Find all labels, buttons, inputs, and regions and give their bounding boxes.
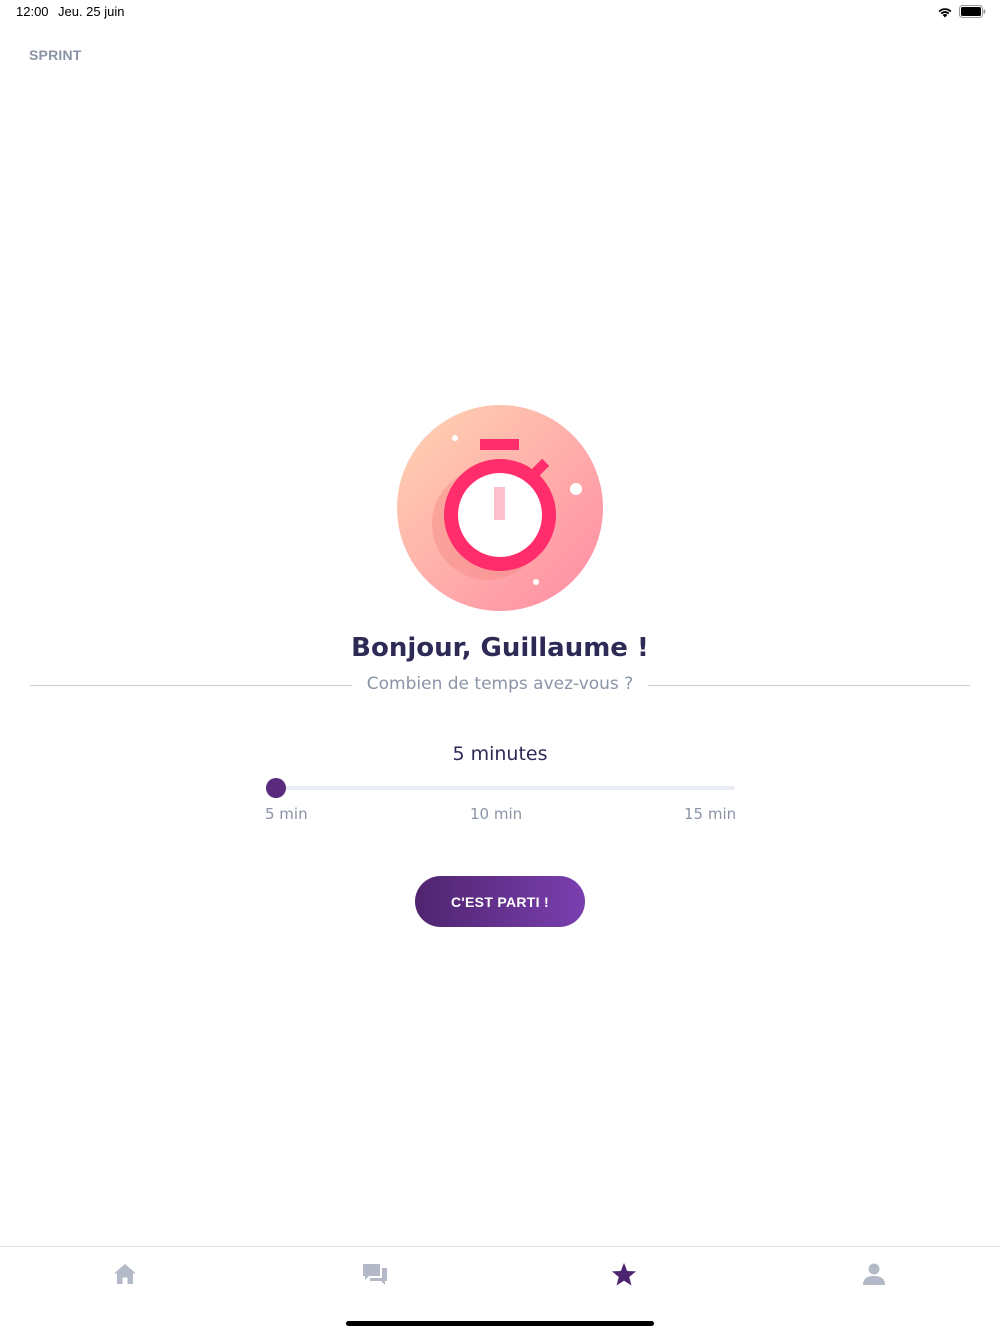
home-icon bbox=[113, 1263, 137, 1289]
status-bar: 12:00 Jeu. 25 juin bbox=[0, 0, 1000, 24]
tab-home[interactable] bbox=[110, 1261, 140, 1291]
status-date: Jeu. 25 juin bbox=[58, 4, 125, 19]
duration-value: 5 minutes bbox=[452, 743, 548, 765]
stopwatch-illustration bbox=[397, 405, 603, 611]
tab-chat[interactable] bbox=[360, 1261, 390, 1291]
status-icons bbox=[937, 5, 986, 18]
question-row: Combien de temps avez-vous ? bbox=[30, 672, 970, 698]
duration-slider[interactable] bbox=[266, 776, 735, 800]
start-button[interactable]: C'EST PARTI ! bbox=[415, 876, 585, 927]
tab-favorites[interactable] bbox=[609, 1261, 639, 1291]
stopwatch-icon bbox=[397, 405, 603, 611]
divider-right bbox=[648, 685, 970, 686]
page-title: SPRINT bbox=[29, 47, 82, 63]
slider-track[interactable] bbox=[266, 786, 735, 790]
user-icon bbox=[862, 1262, 886, 1290]
slider-label-max: 15 min bbox=[684, 805, 737, 823]
wifi-icon bbox=[937, 6, 953, 18]
slider-label-min: 5 min bbox=[265, 805, 308, 823]
slider-label-mid: 10 min bbox=[470, 805, 523, 823]
chat-icon bbox=[362, 1262, 388, 1290]
question-text: Combien de temps avez-vous ? bbox=[366, 674, 634, 694]
tab-profile[interactable] bbox=[859, 1261, 889, 1291]
greeting-title: Bonjour, Guillaume ! bbox=[351, 633, 649, 663]
status-time: 12:00 bbox=[16, 4, 49, 19]
home-indicator bbox=[346, 1321, 654, 1326]
star-icon bbox=[611, 1262, 637, 1290]
battery-icon bbox=[959, 5, 986, 18]
slider-thumb[interactable] bbox=[266, 778, 286, 798]
